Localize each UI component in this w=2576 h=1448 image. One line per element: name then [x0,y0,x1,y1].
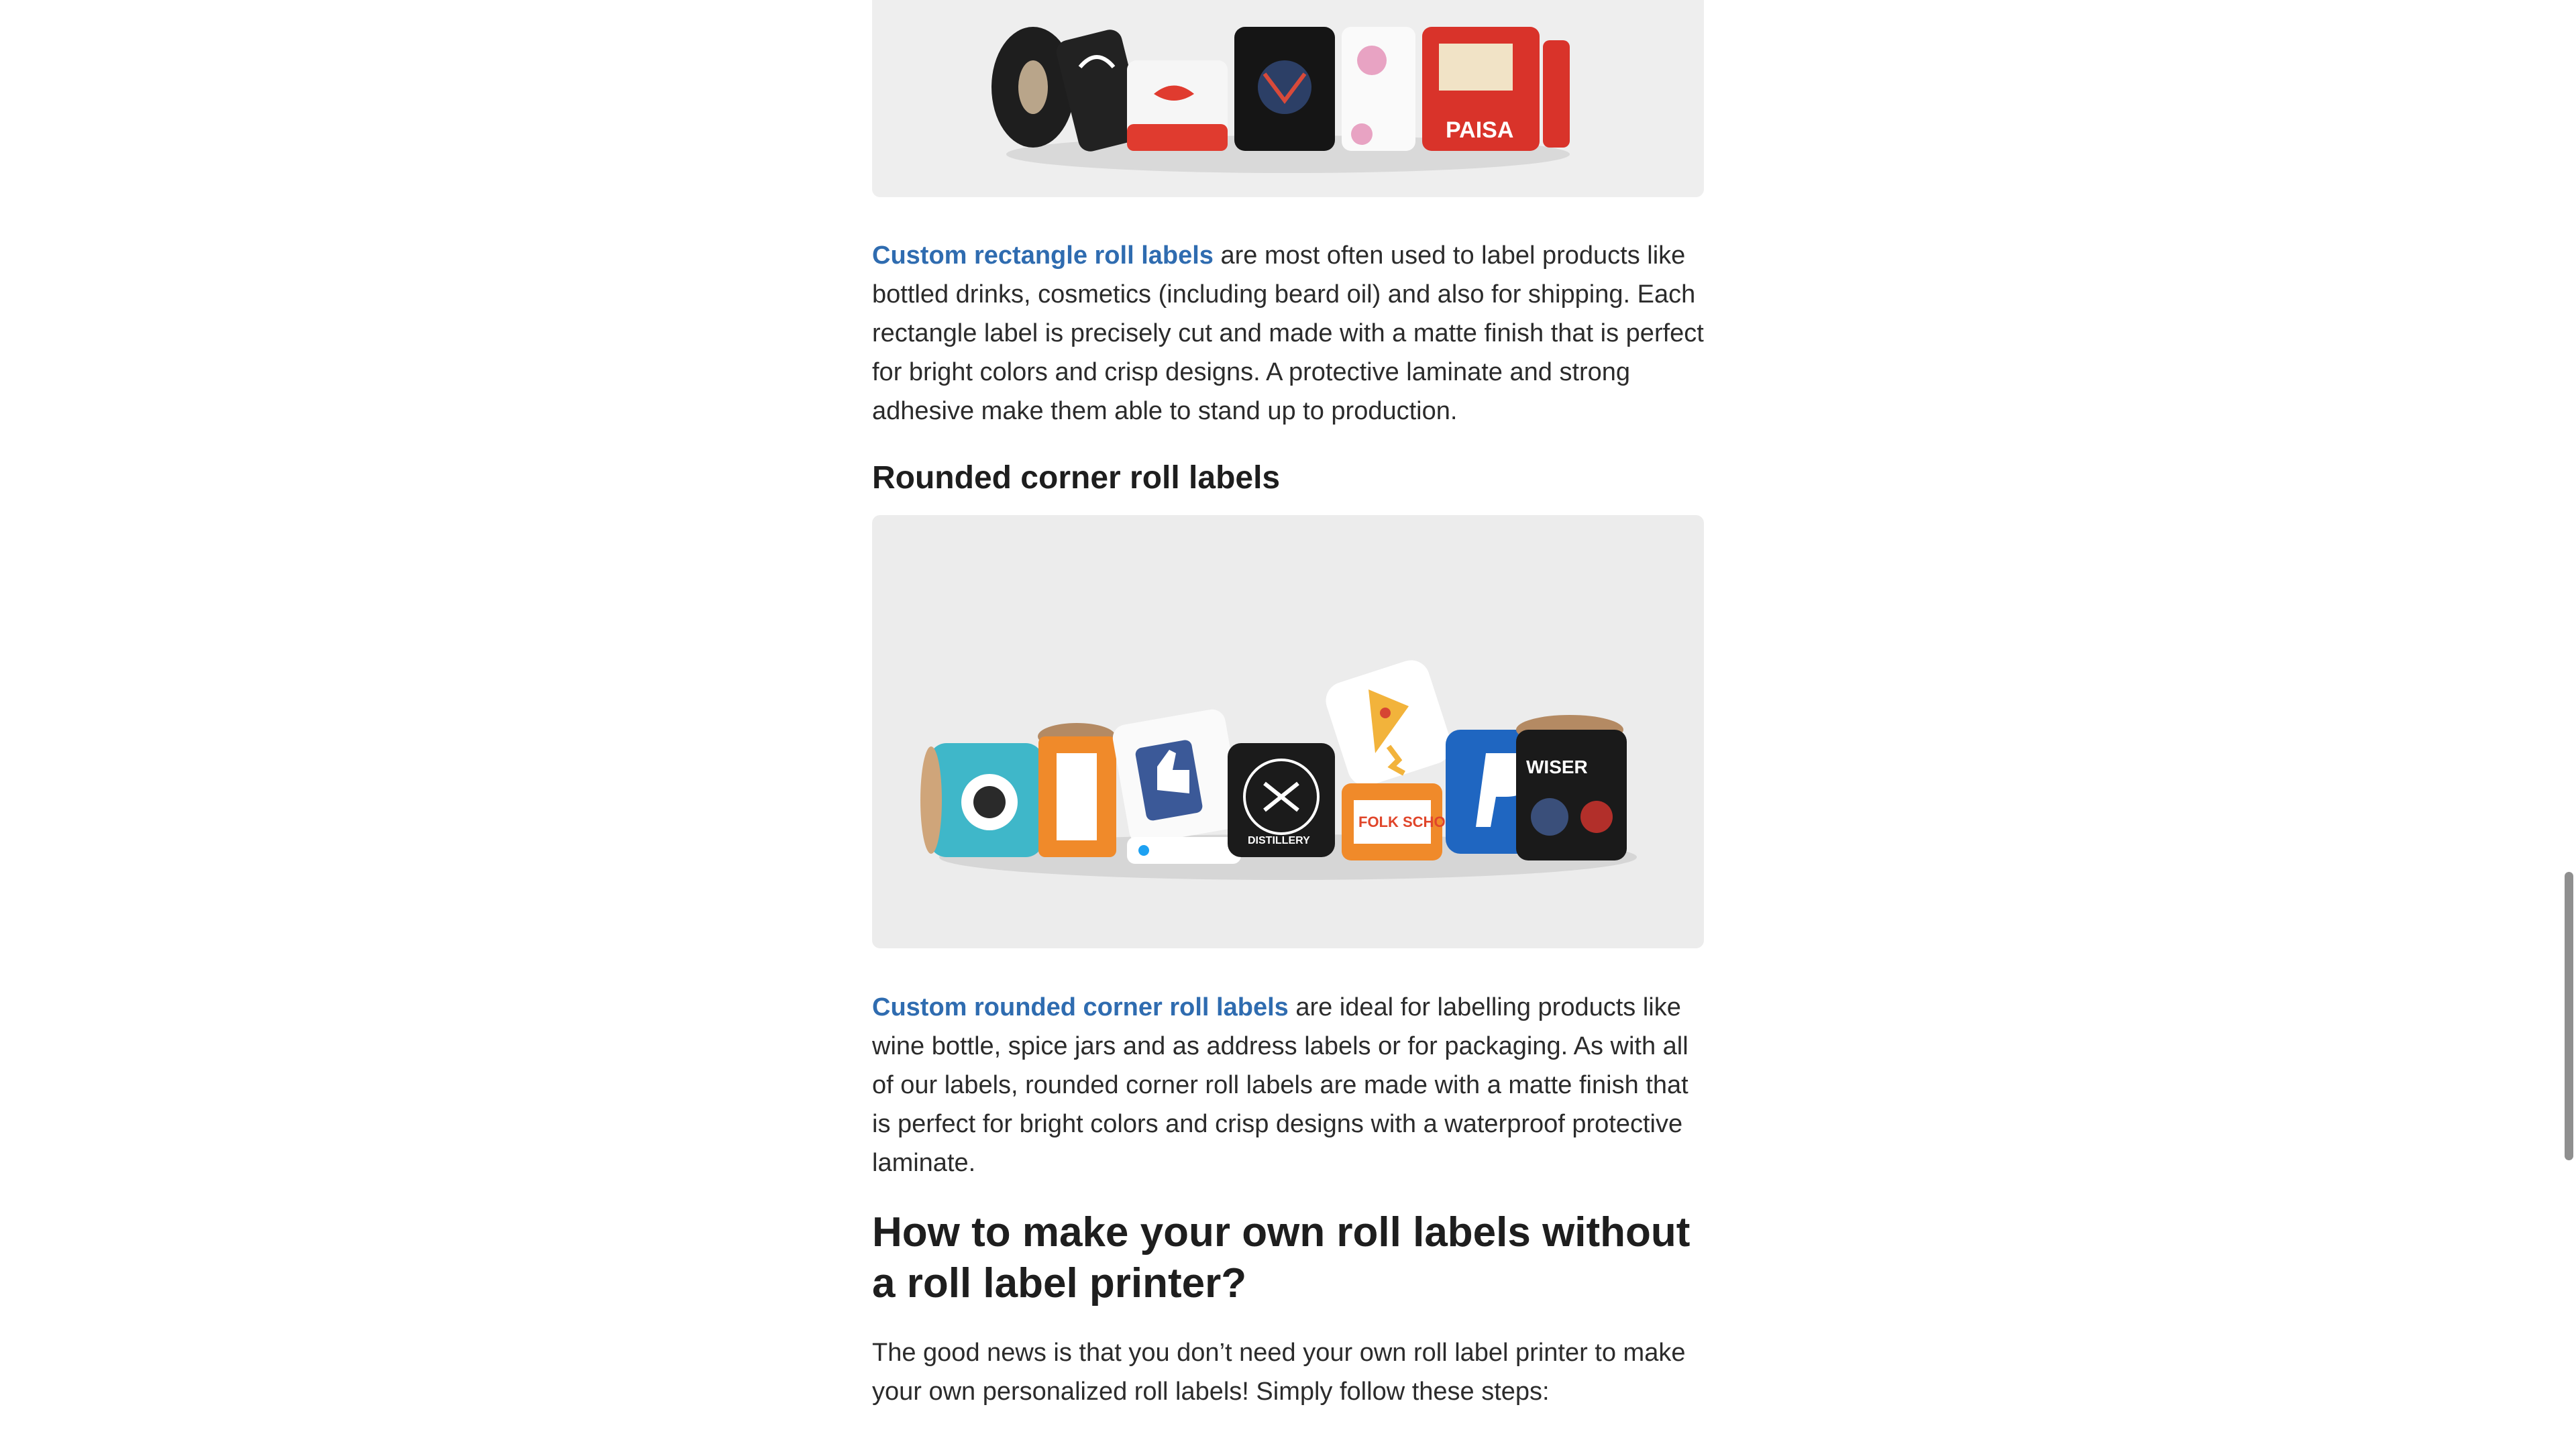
custom-rectangle-roll-labels-link[interactable]: Custom rectangle roll labels [872,241,1214,270]
rounded-corner-heading: Rounded corner roll labels [872,460,1281,496]
rectangle-labels-paragraph: Custom rectangle roll labels are most of… [872,236,1704,431]
roll-black-distillery: DISTILLERY [1228,743,1335,857]
rounded-labels-paragraph: Custom rounded corner roll labels are id… [872,988,1704,1182]
rounded-corner-roll-labels-image: DISTILLERY FOLK SCHOOL WISER [872,515,1704,948]
scrollbar-thumb[interactable] [2565,872,2573,1160]
good-news-paragraph: The good news is that you don’t need you… [872,1339,1686,1406]
roll-black-3 [1234,27,1335,151]
custom-rounded-corner-roll-labels-link[interactable]: Custom rounded corner roll labels [872,993,1289,1021]
page-scrollbar[interactable] [2561,0,2576,1448]
roll-white-thumbs [1112,709,1242,864]
distillery-label-text: DISTILLERY [1248,835,1310,846]
how-to-heading: How to make your own roll labels without… [872,1209,1690,1306]
roll-pizza [1326,660,1452,786]
roll-orange [1038,723,1116,857]
roll-white-red [1127,60,1228,151]
roll-white [1342,27,1415,151]
roll-teal [920,743,1043,857]
paisa-label-text: PAISA [1446,117,1513,143]
rectangle-roll-labels-image: PAISA [872,0,1704,197]
roll-red-paisa: PAISA [1422,27,1540,151]
roll-black-wiser: WISER [1516,715,1627,860]
wiser-label-text: WISER [1526,757,1588,777]
